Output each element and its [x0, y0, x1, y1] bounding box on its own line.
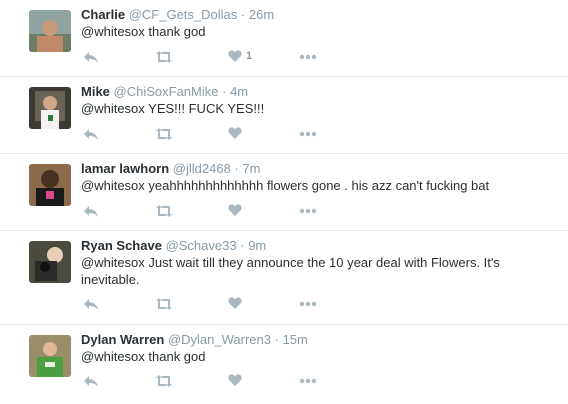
- reply-icon: [84, 376, 98, 387]
- separator: ·: [240, 238, 245, 253]
- retweet-icon: [156, 375, 172, 387]
- more-button[interactable]: [299, 208, 317, 224]
- timestamp[interactable]: 4m: [230, 84, 248, 99]
- user-name[interactable]: Charlie: [81, 7, 125, 22]
- more-button[interactable]: [299, 301, 317, 317]
- tweet-text: @whitesox YES!!! FUCK YES!!!: [81, 101, 265, 116]
- retweet-button[interactable]: [155, 373, 173, 389]
- more-button[interactable]: [299, 131, 317, 147]
- more-icon: [299, 378, 317, 384]
- reply-icon: [84, 52, 98, 63]
- retweet-button[interactable]: [155, 296, 173, 312]
- user-handle[interactable]: @ChiSoxFanMike: [114, 84, 219, 99]
- more-icon: [299, 208, 317, 214]
- tweet-header: lamar lawhorn @jlld2468 · 7m: [81, 161, 260, 177]
- like-button[interactable]: [228, 296, 242, 312]
- user-name[interactable]: Mike: [81, 84, 110, 99]
- tweet-text: @whitesox thank god: [81, 349, 206, 364]
- reply-button[interactable]: [83, 49, 99, 65]
- user-handle[interactable]: @Dylan_Warren3: [168, 332, 271, 347]
- tweet-item[interactable]: Ryan Schave @Schave33 · 9m @whitesox Jus…: [0, 231, 568, 324]
- heart-icon: [228, 374, 242, 386]
- more-button[interactable]: [299, 378, 317, 394]
- retweet-button[interactable]: [155, 49, 173, 65]
- avatar[interactable]: [29, 241, 71, 283]
- user-name[interactable]: Dylan Warren: [81, 332, 164, 347]
- tweet-header: Ryan Schave @Schave33 · 9m: [81, 238, 266, 254]
- timestamp[interactable]: 26m: [249, 7, 274, 22]
- avatar[interactable]: [29, 87, 71, 129]
- tweet-item[interactable]: Dylan Warren @Dylan_Warren3 · 15m @white…: [0, 325, 568, 404]
- user-handle[interactable]: @CF_Gets_Dollas: [129, 7, 238, 22]
- like-button[interactable]: [228, 373, 242, 389]
- tweet-item[interactable]: lamar lawhorn @jlld2468 · 7m @whitesox y…: [0, 154, 568, 230]
- reply-icon: [84, 206, 98, 217]
- reply-button[interactable]: [83, 373, 99, 389]
- heart-icon: [228, 127, 242, 139]
- user-name[interactable]: lamar lawhorn: [81, 161, 169, 176]
- user-handle[interactable]: @Schave33: [166, 238, 237, 253]
- more-button[interactable]: [299, 54, 317, 70]
- timestamp[interactable]: 9m: [248, 238, 266, 253]
- tweet-header: Dylan Warren @Dylan_Warren3 · 15m: [81, 332, 308, 348]
- tweet-header: Charlie @CF_Gets_Dollas · 26m: [81, 7, 274, 23]
- avatar[interactable]: [29, 164, 71, 206]
- separator: ·: [274, 332, 279, 347]
- like-button[interactable]: 1: [228, 49, 252, 65]
- heart-icon: [228, 204, 242, 216]
- separator: ·: [222, 84, 227, 99]
- reply-button[interactable]: [83, 203, 99, 219]
- retweet-icon: [156, 51, 172, 63]
- reply-icon: [84, 129, 98, 140]
- reply-button[interactable]: [83, 296, 99, 312]
- retweet-button[interactable]: [155, 126, 173, 142]
- avatar[interactable]: [29, 335, 71, 377]
- more-icon: [299, 54, 317, 60]
- reply-button[interactable]: [83, 126, 99, 142]
- tweet-header: Mike @ChiSoxFanMike · 4m: [81, 84, 248, 100]
- like-button[interactable]: [228, 203, 242, 219]
- avatar[interactable]: [29, 10, 71, 52]
- tweet-text: @whitesox yeahhhhhhhhhhhhh flowers gone …: [81, 178, 490, 193]
- user-handle[interactable]: @jlld2468: [173, 161, 231, 176]
- heart-icon: [228, 50, 242, 62]
- separator: ·: [234, 161, 239, 176]
- heart-icon: [228, 297, 242, 309]
- timestamp[interactable]: 7m: [242, 161, 260, 176]
- user-name[interactable]: Ryan Schave: [81, 238, 162, 253]
- tweet-text: @whitesox Just wait till they announce t…: [81, 255, 500, 287]
- like-count: 1: [246, 50, 253, 62]
- retweet-icon: [156, 128, 172, 140]
- tweet-item[interactable]: Charlie @CF_Gets_Dollas · 26m @whitesox …: [0, 0, 568, 76]
- separator: ·: [240, 7, 246, 22]
- like-button[interactable]: [228, 126, 242, 142]
- tweet-item[interactable]: Mike @ChiSoxFanMike · 4m @whitesox YES!!…: [0, 77, 568, 153]
- tweet-text: @whitesox thank god: [81, 24, 206, 39]
- retweet-icon: [156, 298, 172, 310]
- retweet-button[interactable]: [155, 203, 173, 219]
- more-icon: [299, 131, 317, 137]
- reply-icon: [84, 299, 98, 310]
- retweet-icon: [156, 205, 172, 217]
- timestamp[interactable]: 15m: [283, 332, 308, 347]
- more-icon: [299, 301, 317, 307]
